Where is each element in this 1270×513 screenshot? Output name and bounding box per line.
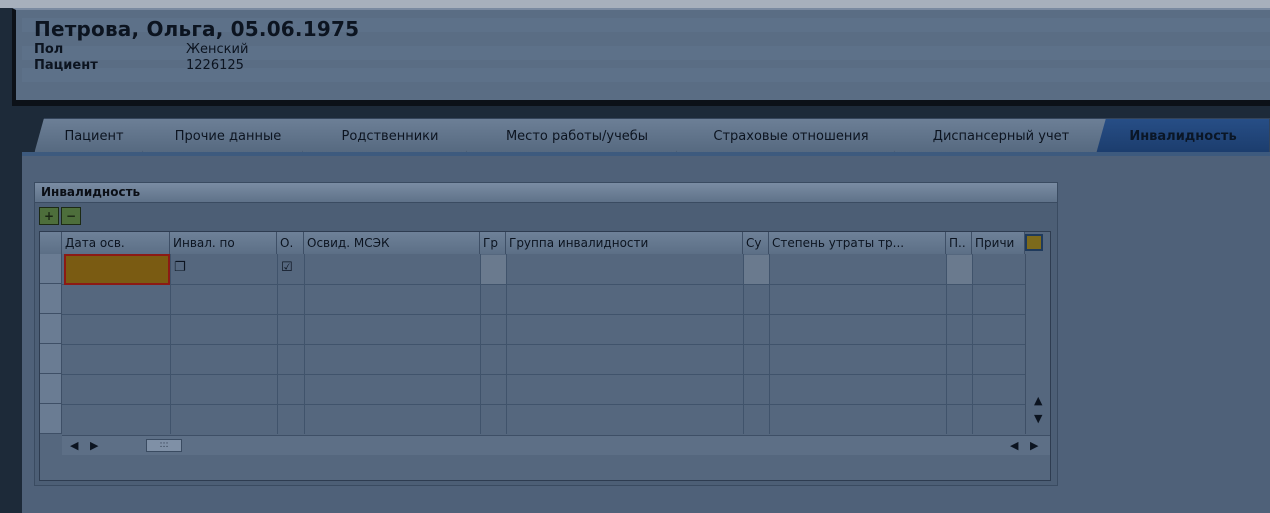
row-selector[interactable] bbox=[40, 404, 62, 434]
scroll-right-icon[interactable]: ▶ bbox=[90, 439, 98, 452]
content-panel: Инвалидность + − Дата осв. Инвал. по О. … bbox=[22, 156, 1270, 513]
disability-group: Инвалидность + − Дата осв. Инвал. по О. … bbox=[34, 182, 1058, 486]
square-icon[interactable]: ❐ bbox=[174, 261, 186, 275]
column-divider bbox=[506, 254, 507, 434]
gender-label: Пол bbox=[34, 42, 64, 57]
column-divider bbox=[170, 254, 171, 434]
delete-row-icon[interactable]: − bbox=[61, 207, 81, 225]
horizontal-scrollbar[interactable]: ◀ ▶ ::: ◀ ▶ bbox=[62, 435, 1050, 455]
column-header[interactable]: Причи bbox=[972, 232, 1025, 254]
row-divider bbox=[62, 344, 1025, 345]
column-divider bbox=[277, 254, 278, 434]
vertical-scrollbar[interactable]: ▲ ▼ bbox=[1025, 254, 1050, 434]
readonly-cell bbox=[947, 255, 972, 284]
table-layout-icon[interactable] bbox=[1025, 234, 1043, 251]
tab-disability[interactable]: Инвалидность bbox=[1096, 118, 1270, 154]
column-header[interactable]: Группа инвалидности bbox=[506, 232, 743, 254]
date-input-cell[interactable] bbox=[64, 254, 170, 285]
tab-patient[interactable]: Пациент bbox=[34, 118, 154, 154]
tab-dispensary[interactable]: Диспансерный учет bbox=[894, 118, 1108, 154]
gender-value: Женский bbox=[186, 42, 249, 57]
row-selector[interactable] bbox=[40, 284, 62, 314]
scroll-up-icon[interactable]: ▲ bbox=[1034, 394, 1042, 407]
row-divider bbox=[62, 314, 1025, 315]
column-header[interactable]: Степень утраты тр... bbox=[769, 232, 946, 254]
column-header[interactable]: Гр bbox=[480, 232, 506, 254]
group-title: Инвалидность bbox=[35, 183, 1057, 203]
row-selector[interactable] bbox=[40, 314, 62, 344]
patient-id-label: Пациент bbox=[34, 58, 98, 73]
column-header[interactable]: Освид. МСЭК bbox=[304, 232, 480, 254]
column-header[interactable]: Инвал. по bbox=[170, 232, 277, 254]
readonly-cell bbox=[744, 255, 769, 284]
scroll-thumb[interactable]: ::: bbox=[146, 439, 182, 452]
scroll-down-icon[interactable]: ▼ bbox=[1034, 412, 1042, 425]
column-divider bbox=[769, 254, 770, 434]
tab-relatives[interactable]: Родственники bbox=[302, 118, 478, 154]
column-header[interactable]: П.. bbox=[946, 232, 972, 254]
row-selector[interactable] bbox=[40, 254, 62, 284]
select-all-header[interactable] bbox=[40, 232, 62, 254]
patient-title: Петрова, Ольга, 05.06.1975 bbox=[34, 17, 360, 41]
patient-id-value: 1226125 bbox=[186, 58, 244, 73]
scroll-left-icon[interactable]: ◀ bbox=[70, 439, 78, 452]
checkbox-icon[interactable]: ☑ bbox=[281, 261, 293, 275]
scroll-left-icon[interactable]: ◀ bbox=[1010, 439, 1018, 452]
row-divider bbox=[62, 374, 1025, 375]
add-row-icon[interactable]: + bbox=[39, 207, 59, 225]
row-divider bbox=[62, 284, 1025, 285]
top-strip bbox=[0, 0, 1270, 8]
tab-bar: Пациент Прочие данные Родственники Место… bbox=[34, 118, 1270, 154]
disability-table: Дата осв. Инвал. по О. Освид. МСЭК Гр Гр… bbox=[39, 231, 1051, 481]
tab-workplace[interactable]: Место работы/учебы bbox=[466, 118, 688, 154]
tab-insurance[interactable]: Страховые отношения bbox=[676, 118, 906, 154]
row-selector[interactable] bbox=[40, 344, 62, 374]
tab-other-data[interactable]: Прочие данные bbox=[142, 118, 314, 154]
column-header[interactable]: О. bbox=[277, 232, 304, 254]
readonly-cell bbox=[481, 255, 506, 284]
column-header[interactable]: Су bbox=[743, 232, 769, 254]
column-divider bbox=[304, 254, 305, 434]
scroll-right-icon[interactable]: ▶ bbox=[1030, 439, 1038, 452]
row-divider bbox=[62, 404, 1025, 405]
column-header[interactable]: Дата осв. bbox=[62, 232, 170, 254]
column-divider bbox=[972, 254, 973, 434]
row-selector[interactable] bbox=[40, 374, 62, 404]
